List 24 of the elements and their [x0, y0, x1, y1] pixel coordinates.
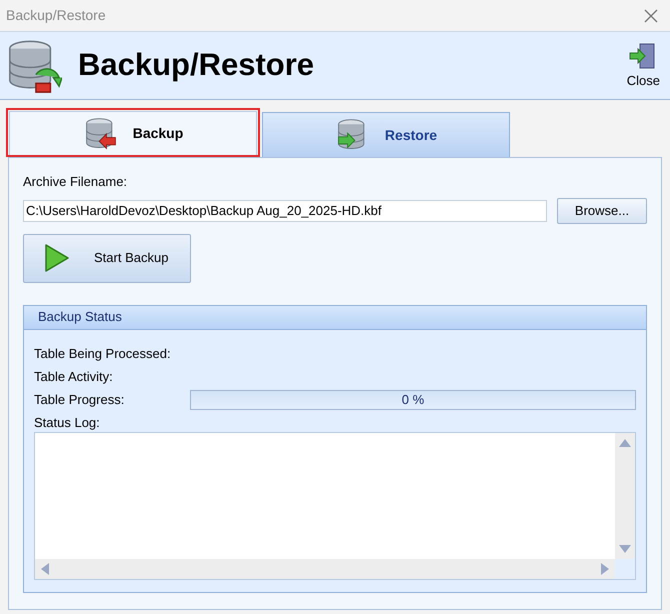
horizontal-scrollbar[interactable]: [35, 559, 615, 579]
tab[interactable]: Backup: [9, 111, 257, 155]
status-title: Backup Status: [38, 308, 122, 326]
window-title: Backup/Restore: [6, 6, 106, 25]
vertical-scrollbar[interactable]: [615, 432, 635, 559]
header-title: Backup/Restore: [78, 46, 316, 84]
field-label: Table Activity:: [34, 368, 114, 386]
close-icon[interactable]: [644, 8, 658, 22]
field-label: Table Progress:: [34, 390, 126, 409]
play-icon: [44, 243, 70, 273]
filename-field[interactable]: C:\Users\HaroldDevoz\Desktop\Backup Aug_20_2025-HD.kbf: [23, 200, 547, 222]
scroll-left-icon[interactable]: [41, 563, 49, 575]
field-label: Status Log:: [34, 414, 101, 432]
start-backup-button[interactable]: Start Backup: [23, 234, 191, 282]
field-label: Table Being Processed:: [34, 344, 172, 363]
browse-button[interactable]: Browse...: [557, 198, 647, 224]
scrollbar-corner: [615, 559, 635, 579]
archive-label: Archive Filename:: [23, 173, 128, 191]
scroll-up-icon[interactable]: [619, 438, 631, 446]
close-button[interactable]: Close: [626, 40, 660, 90]
scroll-down-icon[interactable]: [619, 545, 631, 553]
tab[interactable]: Restore: [262, 112, 510, 157]
scroll-right-icon[interactable]: [601, 563, 609, 575]
progress-reading: 0 %: [402, 390, 424, 409]
